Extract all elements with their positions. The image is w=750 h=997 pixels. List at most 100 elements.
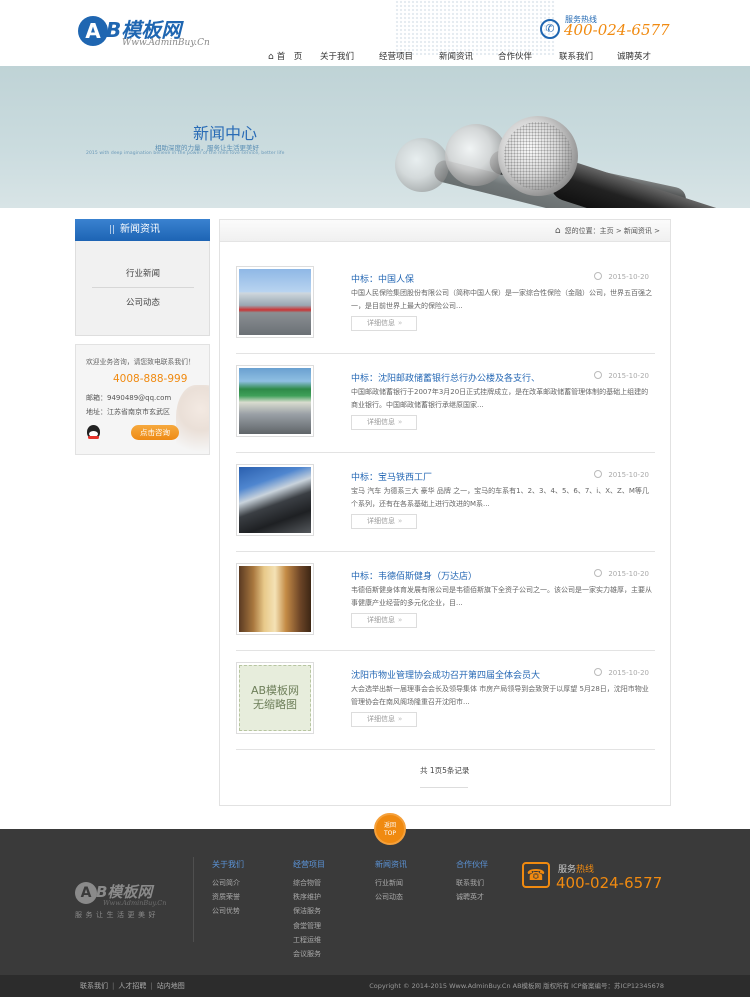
nav-item-contact[interactable]: 联系我们 (559, 49, 617, 65)
news-title[interactable]: 沈阳市物业管理协会成功召开第四届全体会员大 (351, 668, 540, 681)
more-button[interactable]: 详细信息» (351, 712, 417, 727)
bottom-link-sitemap[interactable]: 站内地图 (157, 982, 185, 990)
home-icon: ⌂ (554, 226, 561, 236)
banner-subtitle-en: 2015 with deep imagination believe in th… (86, 151, 285, 156)
footer-column-heading[interactable]: 关于我们 (212, 859, 244, 870)
back-to-top-label-en: TOP (383, 830, 396, 837)
footer-link[interactable]: 工程运维 (293, 933, 325, 947)
more-button[interactable]: 详细信息» (351, 514, 417, 529)
footer-divider (193, 857, 194, 942)
footer-link[interactable]: 诚聘英才 (456, 890, 488, 904)
news-item: 中标：沈阳邮政储蓄银行总行办公楼及各支行、 2015-10-20 中国邮政储蓄银… (236, 354, 655, 453)
footer-logo-subtitle: Www.AdminBuy.Cn (103, 899, 167, 907)
main-nav: ⌂ 首 页 关于我们 经营项目 新闻资讯 合作伙伴 联系我们 诚聘英才 (268, 49, 651, 65)
double-chevron-icon: » (398, 616, 403, 624)
breadcrumb-text[interactable]: 您的位置：主页 > 新闻资讯 > (565, 227, 660, 235)
footer-link[interactable]: 综合物管 (293, 876, 325, 890)
sidebar-heading: || 新闻资讯 (75, 219, 210, 241)
logo-subtitle: Www.AdminBuy.Cn (122, 38, 210, 48)
footer-column-heading[interactable]: 经营项目 (293, 859, 325, 870)
news-date-text: 2015-10-20 (608, 372, 649, 380)
footer-hotline-number: 400-024-6577 (556, 874, 663, 892)
footer-link[interactable]: 联系我们 (456, 876, 488, 890)
contact-intro: 欢迎业务咨询，请您致电联系我们！ (86, 358, 195, 366)
banner-title: 新闻中心 (193, 124, 258, 143)
news-item: 中标：韦德佰斯健身（万达店） 2015-10-20 韦德佰斯健身体育发展有限公司… (236, 552, 655, 651)
news-date-text: 2015-10-20 (608, 471, 649, 479)
more-button-label: 详细信息 (367, 418, 395, 426)
news-date: 2015-10-20 (594, 569, 649, 578)
news-thumbnail[interactable] (236, 563, 314, 635)
breadcrumb: ⌂ 您的位置：主页 > 新闻资讯 > (555, 220, 660, 242)
nav-item-partners[interactable]: 合作伙伴 (498, 49, 559, 65)
news-summary: 韦德佰斯健身体育发展有限公司是韦德佰斯旗下全资子公司之一。该公司是一家实力雄厚，… (351, 586, 652, 607)
footer-link[interactable]: 公司优势 (212, 904, 244, 918)
site-header: A B模板网 Www.AdminBuy.Cn ✆ 服务热线 400-024-65… (0, 0, 750, 66)
news-date: 2015-10-20 (594, 371, 649, 380)
bottom-link-contact[interactable]: 联系我们 (80, 982, 108, 990)
footer-link[interactable]: 公司动态 (375, 890, 407, 904)
news-summary: 大会选举出新一届理事会会长及领导集体 市房产局领导到会致贺于以厚望 5月28日，… (351, 685, 649, 706)
qq-penguin-icon[interactable] (87, 425, 100, 439)
footer-link[interactable]: 秩序维护 (293, 890, 325, 904)
hero-banner: 新闻中心 相助深度的力量，服务让生活更美好 2015 with deep ima… (0, 66, 750, 208)
heading-bars-icon: || (109, 225, 116, 235)
nav-item-business[interactable]: 经营项目 (379, 49, 439, 65)
news-summary: 中国人民保险集团股份有限公司（简称中国人保）是一家综合性保险（金融）公司，世界五… (351, 289, 652, 310)
footer-link[interactable]: 行业新闻 (375, 876, 407, 890)
bottom-links: 联系我们 | 人才招聘 | 站内地图 (80, 975, 185, 997)
clock-icon (594, 371, 603, 379)
more-button-label: 详细信息 (367, 319, 395, 327)
footer-column-partners: 合作伙伴 联系我们 诚聘英才 (456, 859, 488, 904)
separator: | (150, 982, 153, 990)
news-thumbnail[interactable] (236, 464, 314, 536)
microphone-main-image (498, 116, 750, 208)
footer-link[interactable]: 保洁服务 (293, 904, 325, 918)
sidebar-menu: 行业新闻 公司动态 (75, 241, 210, 336)
news-title[interactable]: 中标：沈阳邮政储蓄银行总行办公楼及各支行、 (351, 371, 540, 384)
news-title[interactable]: 中标：宝马铁西工厂 (351, 470, 432, 483)
nav-item-home[interactable]: ⌂ 首 页 (268, 49, 320, 65)
back-to-top-button[interactable]: 返回 TOP (374, 813, 406, 845)
consult-button[interactable]: 点击咨询 (131, 425, 179, 440)
phone-icon: ✆ (540, 19, 560, 39)
footer-link[interactable]: 资质荣誉 (212, 890, 244, 904)
more-button[interactable]: 详细信息» (351, 316, 417, 331)
header-hotline: ✆ 服务热线 400-024-6577 (540, 14, 680, 44)
site-logo[interactable]: A B模板网 Www.AdminBuy.Cn (78, 14, 228, 52)
nav-item-label: 首 页 (276, 52, 303, 62)
contact-phone: 4008-888-999 (113, 373, 188, 385)
copyright-text: Copyright © 2014-2015 Www.AdminBuy.Cn AB… (369, 982, 664, 990)
sidebar-item-industry-news[interactable]: 行业新闻 (92, 260, 194, 288)
contact-email: 邮箱：9490489@qq.com (86, 394, 172, 402)
nav-item-news[interactable]: 新闻资讯 (439, 49, 498, 65)
footer-logo[interactable]: A B模板网 Www.AdminBuy.Cn 服务让生活更美好 (75, 880, 195, 920)
news-summary: 中国邮政储蓄银行于2007年3月20日正式挂牌成立，是在改革邮政储蓄管理体制的基… (351, 388, 649, 409)
home-icon: ⌂ (268, 52, 274, 62)
footer-column-heading[interactable]: 新闻资讯 (375, 859, 407, 870)
more-button[interactable]: 详细信息» (351, 613, 417, 628)
footer-link[interactable]: 公司简介 (212, 876, 244, 890)
nav-item-jobs[interactable]: 诚聘英才 (617, 49, 651, 65)
double-chevron-icon: » (398, 319, 403, 327)
clock-icon (594, 272, 603, 280)
sidebar-item-company-news[interactable]: 公司动态 (92, 289, 194, 317)
nav-item-about[interactable]: 关于我们 (320, 49, 379, 65)
bottom-link-jobs[interactable]: 人才招聘 (118, 982, 146, 990)
clock-icon (594, 470, 603, 478)
footer-link[interactable]: 食堂管理 (293, 919, 325, 933)
footer-column-heading[interactable]: 合作伙伴 (456, 859, 488, 870)
footer-logo-badge: A (75, 882, 97, 904)
news-summary: 宝马 汽车 为德系三大 豪华 品牌 之一，宝马的车系有1、2、3、4、5、6、7… (351, 487, 649, 508)
logo-badge: A (78, 16, 108, 46)
news-title[interactable]: 中标：韦德佰斯健身（万达店） (351, 569, 477, 582)
news-thumbnail[interactable] (236, 365, 314, 437)
news-title[interactable]: 中标：中国人保 (351, 272, 414, 285)
footer-link[interactable]: 会议服务 (293, 947, 325, 961)
news-date-text: 2015-10-20 (608, 273, 649, 281)
news-thumbnail[interactable] (236, 266, 314, 338)
back-to-top-label: 返回 (383, 822, 396, 829)
more-button[interactable]: 详细信息» (351, 415, 417, 430)
news-thumbnail[interactable]: AB模板网 无缩略图 (236, 662, 314, 734)
news-date-text: 2015-10-20 (608, 669, 649, 677)
